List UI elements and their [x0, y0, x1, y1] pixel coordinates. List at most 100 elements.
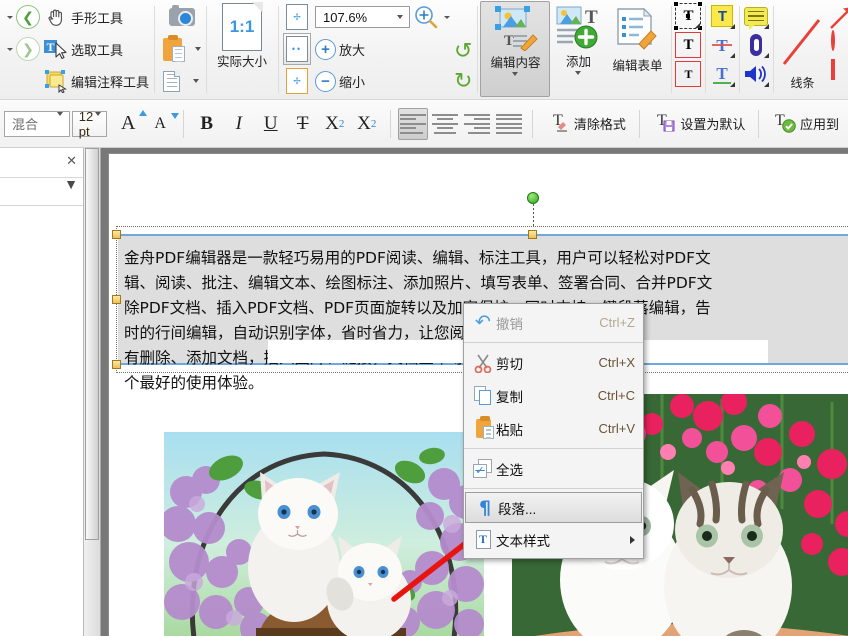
back-history-caret-icon[interactable] — [7, 15, 13, 19]
resize-handle-bottom-left[interactable] — [112, 360, 121, 369]
sticky-note-icon[interactable] — [743, 3, 770, 30]
align-center-icon[interactable] — [430, 108, 460, 140]
menu-item-copy[interactable]: 复制 Ctrl+C — [464, 379, 643, 412]
ellipse-icon[interactable] — [828, 30, 848, 60]
rotate-counterclockwise-icon: ↺ — [454, 38, 473, 63]
resize-handle-middle-left[interactable] — [112, 295, 121, 304]
font-family-value: 混合 — [12, 117, 39, 132]
fit-page-button[interactable]: ✢ — [281, 1, 313, 33]
copy-document-icon — [163, 70, 181, 92]
select-text-icon: T — [44, 38, 68, 60]
zoom-in-button[interactable]: + 放大 — [313, 33, 452, 65]
fit-width-button[interactable]: •• — [281, 33, 313, 65]
page-scrollbar[interactable] — [84, 148, 101, 636]
menu-item-undo[interactable]: ↶ 撤销 Ctrl+Z — [464, 306, 643, 339]
back-nav-row[interactable]: ❮ — [3, 1, 42, 33]
zoom-combobox-caret-icon[interactable] — [390, 7, 407, 27]
chevron-double-down-icon[interactable]: ▼ — [64, 176, 78, 192]
menu-separator — [464, 488, 643, 489]
set-default-icon: T — [652, 109, 676, 139]
menu-item-paragraph[interactable]: ¶ 段落... — [465, 492, 642, 523]
arrow-icon[interactable] — [828, 3, 848, 31]
zoom-out-button[interactable]: − 缩小 — [313, 65, 452, 97]
zoom-combo-row: 107.6% — [313, 1, 452, 33]
font-size-combobox[interactable]: 12 pt — [71, 109, 108, 139]
text-flow-tool-icon[interactable]: T — [675, 61, 702, 87]
arrow-left-icon[interactable]: ❮ — [16, 5, 40, 29]
superscript-button[interactable]: X2 — [352, 108, 382, 140]
arrow-right-icon[interactable]: ❯ — [16, 37, 40, 61]
clear-format-icon: T — [546, 109, 570, 139]
underline-button[interactable]: U — [256, 108, 286, 140]
menu-item-label: 文本样式 — [496, 533, 550, 549]
close-icon[interactable]: ✕ — [66, 153, 77, 169]
shrink-font-icon[interactable]: A — [145, 108, 180, 140]
edit-content-button[interactable]: T 编辑内容 — [480, 1, 551, 97]
menu-item-label: 撤销 — [496, 316, 523, 332]
subscript-button[interactable]: X2 — [320, 108, 350, 140]
underline-text-icon[interactable]: T — [709, 61, 736, 87]
forward-history-caret-icon[interactable] — [7, 47, 13, 51]
attachment-icon[interactable] — [743, 32, 770, 58]
one-to-one-page-icon: 1:1 — [222, 2, 263, 51]
italic-button[interactable]: I — [224, 108, 254, 140]
set-default-button[interactable]: T 设置为默认 — [647, 107, 750, 141]
add-object-label: 添加 — [565, 55, 591, 69]
line-tool-button[interactable]: 线条 — [776, 1, 828, 97]
zoom-level-combobox[interactable]: 107.6% — [315, 6, 411, 28]
menu-item-select-all[interactable]: ✓ 全选 — [464, 452, 643, 485]
actual-size-button[interactable]: 1:1 实际大小 — [209, 1, 275, 98]
edit-annotation-tool-button[interactable]: 编辑注释工具 — [42, 65, 151, 97]
highlight-text-icon[interactable]: T — [709, 3, 736, 29]
plus-circle-icon: + — [315, 38, 337, 60]
fit-visible-button[interactable]: ✢ — [281, 65, 313, 97]
page-scrollbar-thumb[interactable] — [85, 148, 99, 540]
resize-handle-top-center[interactable] — [528, 230, 537, 239]
text-box-tool-icon[interactable]: T — [674, 2, 702, 29]
bold-button[interactable]: B — [192, 108, 222, 140]
copy-dropdown-caret-icon[interactable] — [193, 79, 200, 83]
strikeout-text-icon[interactable]: T — [709, 32, 736, 58]
zoom-magnifier-icon[interactable] — [413, 4, 439, 30]
paste-dropdown-caret-icon[interactable] — [195, 47, 202, 51]
text-field-tool-icon[interactable]: T — [675, 32, 702, 58]
sound-annotation-icon[interactable] — [743, 61, 770, 87]
rotate-ccw-button[interactable]: ↺ — [452, 36, 474, 66]
rotate-handle[interactable] — [527, 192, 539, 204]
copy-document-button[interactable] — [161, 65, 203, 97]
menu-item-text-style[interactable]: T 文本样式 — [464, 523, 643, 556]
fit-visible-icon: ✢ — [286, 68, 309, 94]
font-family-caret-icon[interactable] — [56, 112, 63, 131]
align-right-icon[interactable] — [462, 108, 492, 140]
rotate-cw-button[interactable]: ↻ — [452, 66, 474, 96]
context-menu[interactable]: ↶ 撤销 Ctrl+Z 剪切 Ctrl+X 复制 Ctrl+C 粘贴 Ctrl+… — [463, 303, 644, 559]
select-tool-button[interactable]: T 选取工具 — [42, 33, 151, 65]
hand-tool-button[interactable]: 手形工具 — [42, 1, 151, 33]
apply-to-button[interactable]: T 应用到 — [767, 107, 844, 141]
kittens-in-lilac-basket-photo[interactable] — [164, 432, 484, 636]
align-left-icon[interactable] — [398, 107, 429, 140]
align-justify-icon[interactable] — [494, 108, 524, 140]
zoom-tool-dropdown-caret-icon[interactable] — [444, 15, 451, 19]
markup-tools-grid: T T T — [708, 1, 736, 89]
edit-form-button[interactable]: 编辑表单 — [606, 1, 668, 97]
edit-content-dropdown-caret-icon[interactable] — [512, 72, 519, 76]
rectangle-icon[interactable] — [828, 59, 848, 89]
forward-nav-row[interactable]: ❯ — [3, 33, 42, 65]
menu-item-shortcut: Ctrl+V — [598, 421, 635, 436]
menu-item-cut[interactable]: 剪切 Ctrl+X — [464, 346, 643, 379]
snapshot-button[interactable] — [161, 1, 203, 33]
zoom-in-label: 放大 — [339, 42, 366, 58]
fit-width-button-frame[interactable]: •• — [283, 33, 312, 65]
paste-button[interactable] — [161, 33, 203, 65]
menu-item-paste[interactable]: 粘贴 Ctrl+V — [464, 412, 643, 445]
strikethrough-button[interactable]: T — [288, 108, 318, 140]
grow-font-icon[interactable]: A — [113, 108, 148, 140]
font-size-caret-icon[interactable] — [95, 112, 102, 131]
ribbon-group-actual-size: 1:1 实际大小 — [206, 0, 278, 99]
add-object-button[interactable]: T 添加 — [550, 1, 606, 97]
clear-format-button[interactable]: T 清除格式 — [541, 107, 631, 141]
resize-handle-top-left[interactable] — [112, 230, 121, 239]
add-object-dropdown-caret-icon[interactable] — [575, 71, 582, 75]
font-family-combobox[interactable]: 混合 — [4, 110, 70, 137]
